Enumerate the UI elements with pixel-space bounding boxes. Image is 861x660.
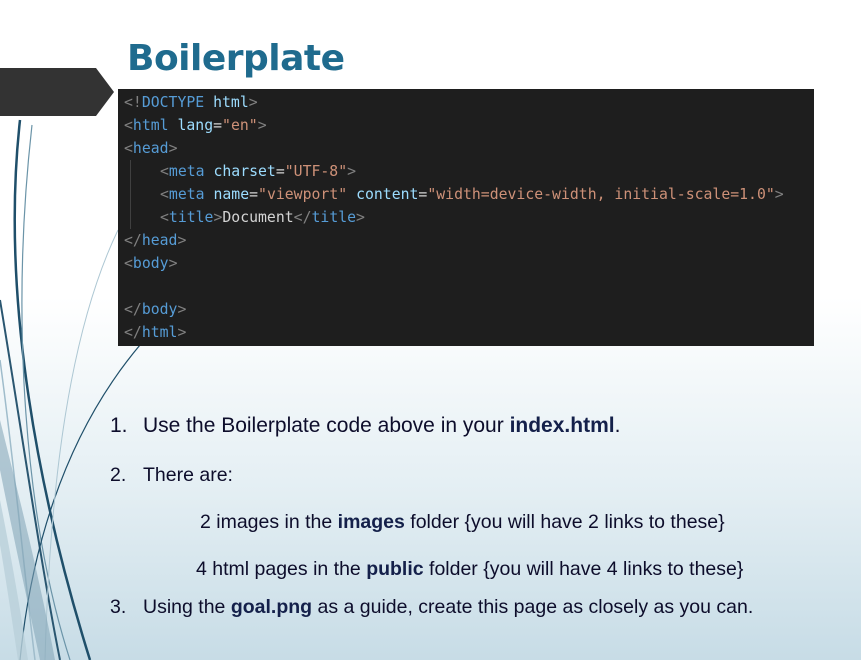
item-number: 2. — [110, 464, 127, 486]
code-token: content — [356, 186, 419, 203]
code-token: title — [311, 209, 357, 226]
bold-term: goal.png — [230, 596, 313, 618]
item-number: 1. — [110, 414, 128, 437]
item-text: folder {you will have 2 links to these} — [404, 511, 725, 533]
code-token: > — [356, 209, 365, 226]
item-number: 3. — [110, 596, 127, 618]
code-token: > — [347, 163, 357, 180]
title-arrow-shape — [0, 68, 114, 116]
code-token: DOCTYPE — [141, 94, 205, 111]
code-token: < — [160, 209, 169, 226]
instruction-item: 3. Using the goal.png as a guide, create … — [110, 596, 753, 619]
code-line: <meta charset="UTF-8"> — [124, 160, 814, 183]
code-line: <html lang="en"> — [124, 114, 814, 137]
item-text: There are: — [143, 464, 233, 486]
code-token: < — [124, 117, 133, 134]
code-token: <! — [124, 94, 142, 111]
code-token: > — [177, 232, 187, 249]
code-line: </body> — [124, 298, 814, 321]
item-text: 2 images in the — [200, 511, 338, 533]
bold-term: public — [366, 558, 424, 580]
bold-term: index.html — [509, 414, 615, 437]
code-token: > — [177, 301, 187, 318]
code-token: "width=device-width, initial-scale=1.0" — [427, 186, 775, 203]
code-token: > — [774, 186, 784, 203]
code-token: < — [124, 140, 133, 157]
item-text: 4 html pages in the — [196, 558, 367, 580]
code-token: = — [275, 163, 285, 180]
swoosh-line — [44, 229, 119, 660]
code-token: = — [213, 117, 223, 134]
instruction-subitem: 2 images in the images folder {you will … — [200, 511, 725, 534]
code-token: < — [160, 186, 169, 203]
code-line: </head> — [124, 229, 814, 252]
code-token: meta — [168, 163, 205, 180]
code-token: > — [177, 324, 187, 341]
code-token: > — [168, 255, 178, 272]
code-token: html — [132, 117, 169, 134]
code-token: charset — [213, 163, 276, 180]
code-token: html — [213, 94, 249, 111]
code-token: html — [141, 324, 178, 341]
bold-term: images — [337, 511, 405, 533]
code-line: <meta name="viewport" content="width=dev… — [124, 183, 814, 206]
code-token: "en" — [222, 117, 258, 134]
code-line: <title>Document</title> — [124, 206, 814, 229]
code-token: head — [132, 140, 169, 157]
code-token: = — [418, 186, 428, 203]
code-token: head — [141, 232, 178, 249]
code-token: meta — [168, 186, 205, 203]
code-token: lang — [177, 117, 214, 134]
slide-title: Boilerplate — [127, 38, 345, 79]
code-block: <!DOCTYPE html> <html lang="en"> <head> <me… — [118, 89, 814, 346]
code-line: <head> — [124, 137, 814, 160]
code-token: </ — [124, 301, 142, 318]
item-text: . — [614, 414, 621, 437]
code-token: < — [160, 163, 169, 180]
code-token: > — [168, 140, 178, 157]
item-text: Using the — [143, 596, 231, 618]
code-line: </html> — [124, 321, 814, 344]
swoosh-fill — [0, 420, 55, 660]
code-line: <body> — [124, 252, 814, 275]
code-line: <!DOCTYPE html> — [124, 91, 814, 114]
code-token: </ — [293, 209, 312, 226]
item-text: folder {you will have 4 links to these} — [423, 558, 744, 580]
code-token: Document — [222, 209, 294, 226]
code-token: "UTF-8" — [284, 163, 348, 180]
code-token: "viewport" — [258, 186, 348, 203]
code-token: < — [124, 255, 133, 272]
instruction-subitem: 4 html pages in the public folder {you w… — [196, 558, 743, 581]
code-token: </ — [124, 324, 142, 341]
item-text: Use the Boilerplate code above in your — [143, 414, 510, 437]
code-token: body — [132, 255, 169, 272]
code-token: </ — [124, 232, 142, 249]
item-text: as a guide, create this page as closely … — [312, 596, 754, 618]
code-token: = — [249, 186, 259, 203]
code-token: > — [248, 94, 258, 111]
instruction-item: 1. Use the Boilerplate code above in your… — [110, 414, 620, 438]
instruction-item: 2. There are: — [110, 464, 233, 487]
code-token: name — [213, 186, 250, 203]
code-token: body — [141, 301, 178, 318]
code-token: > — [257, 117, 267, 134]
code-token: title — [168, 209, 214, 226]
